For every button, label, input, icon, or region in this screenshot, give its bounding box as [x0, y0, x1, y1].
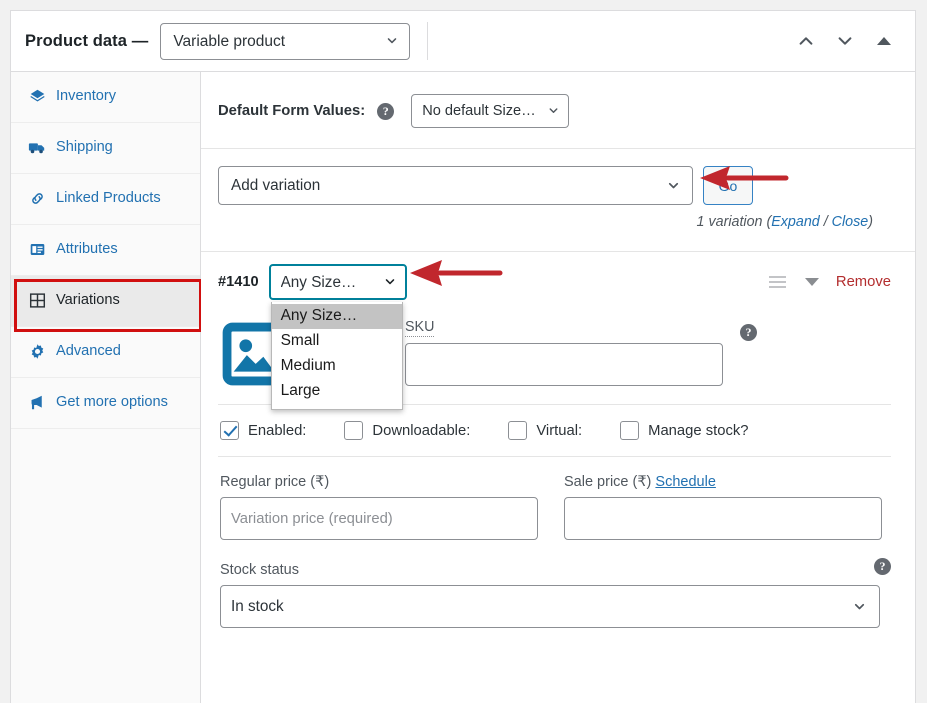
option-item[interactable]: Large: [272, 379, 402, 404]
question-mark-icon[interactable]: ?: [377, 103, 394, 120]
sale-price-label: Sale price (₹) Schedule: [564, 474, 882, 490]
stock-status-label: Stock status: [220, 562, 891, 578]
link-separator: /: [820, 214, 832, 230]
stock-status-select-wrapper: In stock: [220, 585, 880, 628]
checkbox-downloadable[interactable]: Downloadable:: [344, 421, 470, 440]
regular-price-column: Regular price (₹): [220, 474, 538, 540]
checkbox-box[interactable]: [620, 421, 639, 440]
sale-price-label-text: Sale price (₹): [564, 474, 655, 490]
regular-price-input[interactable]: [220, 497, 538, 540]
page-title: Product data —: [25, 32, 148, 51]
toggle-panel-button[interactable]: [869, 26, 899, 56]
gear-icon: [28, 342, 46, 360]
add-variation-select-wrapper: Add variation: [218, 166, 693, 205]
sidebar-item-label: Advanced: [56, 341, 121, 362]
variation-checkbox-row: Enabled: Downloadable: Virtual:: [218, 405, 891, 457]
sidebar-item-shipping[interactable]: Shipping: [11, 123, 200, 174]
sidebar-item-attributes[interactable]: Attributes: [11, 225, 200, 276]
product-data-tabs: Inventory Shipping: [11, 72, 201, 703]
product-data-metabox: Product data — Variable product: [10, 10, 916, 703]
add-variation-line: Add variation Go: [218, 166, 901, 205]
sku-input[interactable]: [405, 343, 723, 386]
attributes-icon: [28, 240, 46, 258]
expand-link[interactable]: Expand: [771, 214, 820, 230]
sku-column: SKU ?: [405, 318, 735, 386]
triangle-down-icon[interactable]: [805, 278, 819, 286]
move-down-button[interactable]: [830, 26, 860, 56]
variation-count-label: 1 variation (: [697, 214, 772, 230]
sale-price-column: Sale price (₹) Schedule: [564, 474, 882, 540]
header-divider: [427, 22, 428, 60]
sidebar-item-variations[interactable]: Variations: [11, 276, 200, 327]
sidebar-item-advanced[interactable]: Advanced: [11, 327, 200, 378]
chevron-down-icon: [836, 30, 854, 52]
sidebar-item-label: Linked Products: [56, 188, 161, 209]
variation-price-row: Regular price (₹) Sale price (₹) Schedul…: [218, 457, 891, 556]
default-attribute-select-wrapper: No default Size…: [411, 94, 569, 128]
variations-panel: Default Form Values: ? No default Size…: [201, 72, 915, 703]
sidebar-item-inventory[interactable]: Inventory: [11, 72, 200, 123]
sidebar-item-label: Inventory: [56, 86, 116, 107]
default-form-values-row: Default Form Values: ? No default Size…: [201, 72, 915, 149]
product-type-select[interactable]: Variable product: [160, 23, 410, 60]
variation-stock-row: Stock status In stock ?: [218, 556, 891, 638]
triangle-up-icon: [877, 37, 891, 45]
screenshot-root: Product data — Variable product: [0, 0, 927, 703]
sidebar-item-label: Attributes: [56, 239, 118, 260]
sidebar-item-label: Get more options: [56, 392, 168, 413]
link-icon: [28, 189, 46, 207]
inventory-icon: [28, 87, 46, 105]
checkbox-box[interactable]: [344, 421, 363, 440]
checkbox-label: Virtual:: [536, 423, 582, 439]
sidebar-item-get-more-options[interactable]: Get more options: [11, 378, 200, 429]
metabox-header: Product data — Variable product: [11, 11, 915, 72]
variation-actions: Remove: [767, 274, 891, 290]
metabox-header-controls: [791, 26, 903, 56]
question-mark-icon[interactable]: ?: [740, 324, 757, 341]
sku-label: SKU: [405, 319, 434, 337]
megaphone-icon: [28, 393, 46, 411]
checkbox-label: Manage stock?: [648, 423, 748, 439]
checkbox-label: Downloadable:: [372, 423, 470, 439]
stock-status-select[interactable]: In stock: [220, 585, 880, 628]
variation-id: #1410: [218, 274, 259, 290]
sidebar-item-linked-products[interactable]: Linked Products: [11, 174, 200, 225]
option-item[interactable]: Medium: [272, 354, 402, 379]
checkbox-manage-stock[interactable]: Manage stock?: [620, 421, 748, 440]
remove-variation-link[interactable]: Remove: [836, 274, 891, 290]
chevron-up-icon: [797, 30, 815, 52]
variation-header-row: #1410 Any Size… Any Size… Smal: [201, 252, 915, 312]
schedule-link[interactable]: Schedule: [655, 474, 715, 490]
variation-attribute-select[interactable]: Any Size…: [269, 264, 407, 300]
checkbox-virtual[interactable]: Virtual:: [508, 421, 582, 440]
metabox-body: Inventory Shipping: [11, 72, 915, 703]
move-up-button[interactable]: [791, 26, 821, 56]
variation-attribute-option-list[interactable]: Any Size… Small Medium Large: [271, 302, 403, 410]
variation-attribute-select-wrapper: Any Size… Any Size… Small Medium Large: [269, 264, 407, 300]
checkbox-enabled[interactable]: Enabled:: [220, 421, 306, 440]
default-form-values-label: Default Form Values:: [218, 103, 365, 119]
close-link[interactable]: Close: [832, 214, 869, 230]
option-item[interactable]: Small: [272, 329, 402, 354]
checkbox-box[interactable]: [220, 421, 239, 440]
variation-count-paren: ): [868, 214, 873, 230]
regular-price-label: Regular price (₹): [220, 474, 538, 490]
variations-list: #1410 Any Size… Any Size… Smal: [201, 251, 915, 638]
checkbox-box[interactable]: [508, 421, 527, 440]
sidebar-item-label: Shipping: [56, 137, 113, 158]
product-type-select-wrapper: Variable product: [160, 23, 410, 60]
sidebar-item-label: Variations: [56, 290, 120, 311]
checkbox-label: Enabled:: [248, 423, 306, 439]
add-variation-row: Add variation Go 1 variation (Expand / C…: [201, 149, 915, 240]
add-variation-select[interactable]: Add variation: [218, 166, 693, 205]
grid-icon: [28, 291, 46, 309]
option-item[interactable]: Any Size…: [272, 304, 402, 329]
go-button[interactable]: Go: [703, 166, 753, 205]
question-mark-icon[interactable]: ?: [874, 558, 891, 575]
variation-count-text: 1 variation (Expand / Close): [218, 205, 901, 230]
sale-price-input[interactable]: [564, 497, 882, 540]
sort-handle-icon[interactable]: [767, 274, 788, 290]
truck-icon: [28, 138, 46, 156]
default-size-select[interactable]: No default Size…: [411, 94, 569, 128]
